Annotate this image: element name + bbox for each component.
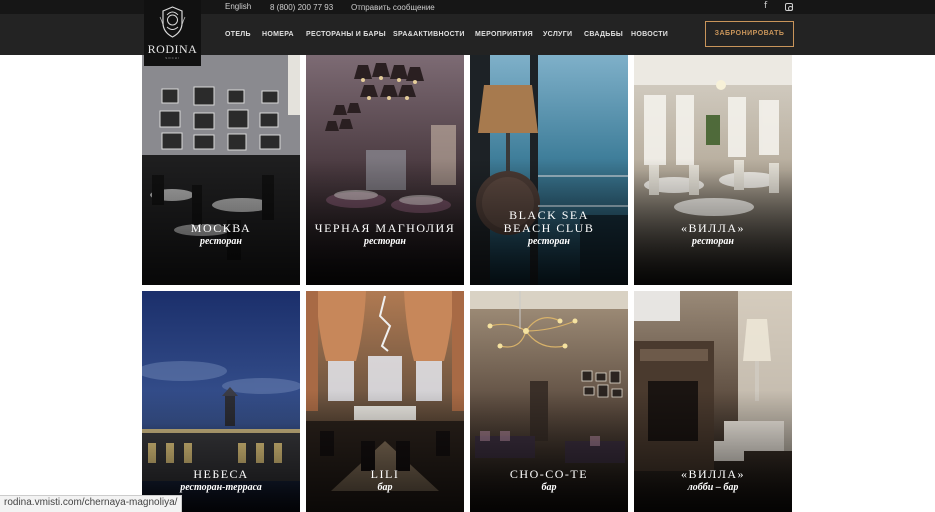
language-switch[interactable]: English (225, 2, 251, 11)
black-sea-beach-club-photo (470, 55, 628, 285)
logo-name: RODINA (147, 42, 198, 56)
logo[interactable]: RODINA SOCHI (144, 0, 201, 66)
tile-subtitle: ресторан (528, 236, 570, 247)
tile-black-sea-beach-club[interactable]: BLACK SEA BEACH CLUB ресторан (470, 55, 628, 285)
tile-lili[interactable]: LILI бар (306, 291, 464, 512)
tile-cho-co-te[interactable]: CHO-CO-TE бар (470, 291, 628, 512)
tile-subtitle: бар (377, 482, 393, 493)
tile-villa-restaurant[interactable]: «ВИЛЛА» ресторан (634, 55, 792, 285)
logo-city: SOCHI (165, 56, 180, 60)
tile-moskva[interactable]: МОСКВА ресторан (142, 55, 300, 285)
site-header: English 8 (800) 200 77 93 Отправить сооб… (0, 0, 935, 55)
nav-item-news[interactable]: НОВОСТИ (631, 31, 668, 38)
crest-icon (159, 6, 186, 38)
tile-title: CHO-CO-TE (509, 467, 589, 481)
tile-title: «ВИЛЛА» (680, 221, 746, 235)
facebook-icon[interactable]: f (764, 1, 767, 11)
tile-title: НЕБЕСА (193, 467, 249, 481)
nav-item-events[interactable]: МЕРОПРИЯТИЯ (475, 31, 533, 38)
tile-subtitle: ресторан (692, 236, 734, 247)
top-bar: English 8 (800) 200 77 93 Отправить сооб… (0, 0, 935, 14)
send-message-link[interactable]: Отправить сообщение (351, 3, 435, 12)
tile-subtitle: ресторан-терраса (180, 482, 262, 493)
tile-villa-lobby-bar[interactable]: «ВИЛЛА» лобби – бар (634, 291, 792, 512)
nav-item-restaurants[interactable]: РЕСТОРАНЫ И БАРЫ (306, 31, 386, 38)
nav-item-rooms[interactable]: НОМЕРА (262, 31, 294, 38)
nav-item-weddings[interactable]: СВАДЬБЫ (584, 31, 623, 38)
moskva-photo (142, 55, 300, 285)
tile-subtitle: бар (541, 482, 557, 493)
tile-subtitle: ресторан (364, 236, 406, 247)
nav-item-spa[interactable]: SPA&АКТИВНОСТИ (393, 31, 465, 38)
book-button[interactable]: ЗАБРОНИРОВАТЬ (705, 21, 794, 47)
browser-status-url: rodina.vmisti.com/chernaya-magnoliya/ (0, 495, 183, 512)
phone-link[interactable]: 8 (800) 200 77 93 (270, 3, 333, 12)
tile-title: ЧЕРНАЯ МАГНОЛИЯ (314, 221, 456, 235)
villa-restaurant-photo (634, 55, 792, 285)
tile-subtitle: лобби – бар (687, 482, 739, 493)
tile-title: МОСКВА (190, 221, 252, 235)
nav-item-hotel[interactable]: ОТЕЛЬ (225, 31, 251, 38)
instagram-icon[interactable] (785, 3, 793, 11)
tile-nebesa[interactable]: НЕБЕСА ресторан-терраса (142, 291, 300, 512)
tile-subtitle: ресторан (200, 236, 242, 247)
tile-title: «ВИЛЛА» (680, 467, 746, 481)
tile-chernaya-magnoliya[interactable]: ЧЕРНАЯ МАГНОЛИЯ ресторан (306, 55, 464, 285)
tile-title: LILI (370, 467, 400, 481)
nav-item-services[interactable]: УСЛУГИ (543, 31, 572, 38)
tile-title: BLACK SEA BEACH CLUB (503, 208, 595, 235)
chernaya-magnoliya-photo (306, 55, 464, 285)
